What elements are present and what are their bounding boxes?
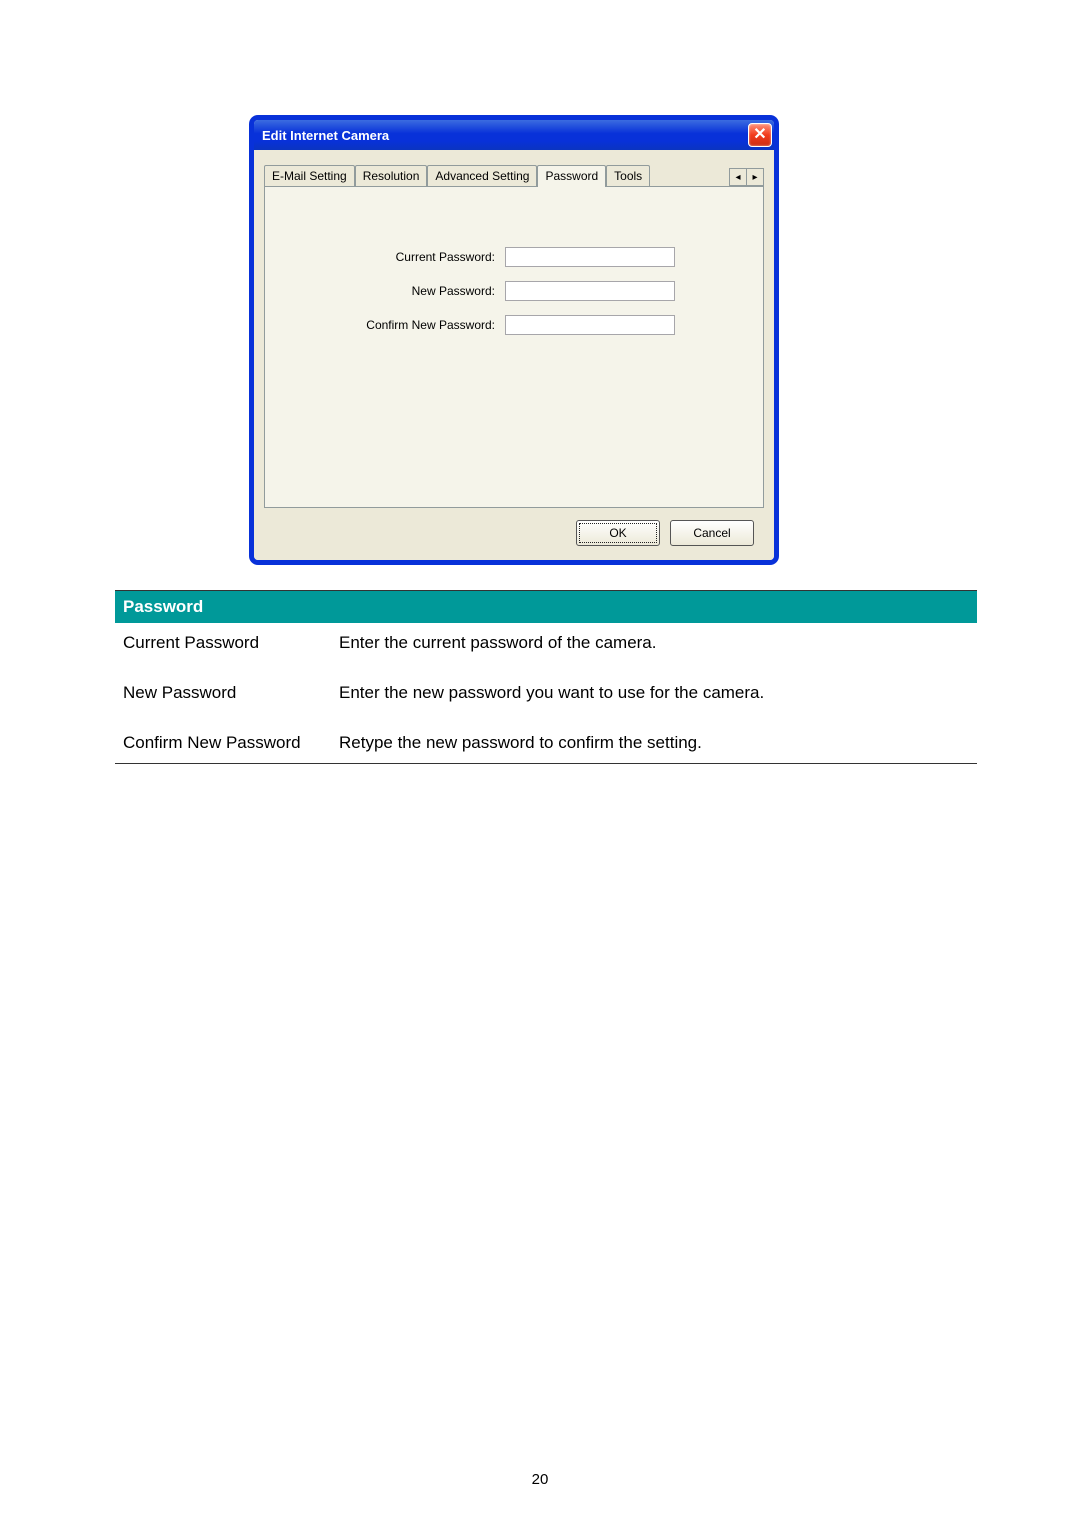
table-row-name: Confirm New Password — [115, 723, 331, 764]
table-row: New Password Enter the new password you … — [115, 673, 977, 723]
tab-advanced-setting[interactable]: Advanced Setting — [427, 165, 537, 186]
table-header: Password — [115, 591, 977, 624]
input-confirm-password[interactable] — [505, 315, 675, 335]
tab-password[interactable]: Password — [537, 165, 606, 187]
row-new-password: New Password: — [285, 281, 743, 301]
table-row: Confirm New Password Retype the new pass… — [115, 723, 977, 764]
label-current-password: Current Password: — [285, 250, 505, 264]
dialog-title: Edit Internet Camera — [262, 128, 389, 143]
table-row-desc: Enter the current password of the camera… — [331, 623, 977, 673]
tab-scroll-left-icon[interactable]: ◂ — [729, 168, 747, 186]
dialog-body: E-Mail Setting Resolution Advanced Setti… — [254, 150, 774, 560]
input-new-password[interactable] — [505, 281, 675, 301]
dialog-buttons: OK Cancel — [264, 508, 764, 546]
ok-button[interactable]: OK — [576, 520, 660, 546]
label-new-password: New Password: — [285, 284, 505, 298]
page-number: 20 — [0, 1471, 1080, 1488]
table-row-name: New Password — [115, 673, 331, 723]
table-row: Current Password Enter the current passw… — [115, 623, 977, 673]
password-form: Current Password: New Password: Confirm … — [264, 187, 764, 508]
tab-row: E-Mail Setting Resolution Advanced Setti… — [264, 162, 764, 187]
table-row-desc: Retype the new password to confirm the s… — [331, 723, 977, 764]
label-confirm-password: Confirm New Password: — [285, 318, 505, 332]
dialog-edit-internet-camera: Edit Internet Camera ✕ E-Mail Setting Re… — [250, 116, 778, 564]
row-confirm-password: Confirm New Password: — [285, 315, 743, 335]
cancel-button[interactable]: Cancel — [670, 520, 754, 546]
description-table: Password Current Password Enter the curr… — [115, 590, 977, 764]
page: Edit Internet Camera ✕ E-Mail Setting Re… — [0, 0, 1080, 1528]
tab-tools[interactable]: Tools — [606, 165, 650, 186]
title-bar: Edit Internet Camera ✕ — [254, 120, 774, 150]
row-current-password: Current Password: — [285, 247, 743, 267]
tab-email-setting[interactable]: E-Mail Setting — [264, 165, 355, 186]
table-row-desc: Enter the new password you want to use f… — [331, 673, 977, 723]
tab-scroll-buttons: ◂ ▸ — [729, 168, 764, 186]
input-current-password[interactable] — [505, 247, 675, 267]
tab-resolution[interactable]: Resolution — [355, 165, 428, 186]
tab-scroll-right-icon[interactable]: ▸ — [747, 168, 764, 186]
close-icon[interactable]: ✕ — [748, 123, 772, 147]
table-row-name: Current Password — [115, 623, 331, 673]
